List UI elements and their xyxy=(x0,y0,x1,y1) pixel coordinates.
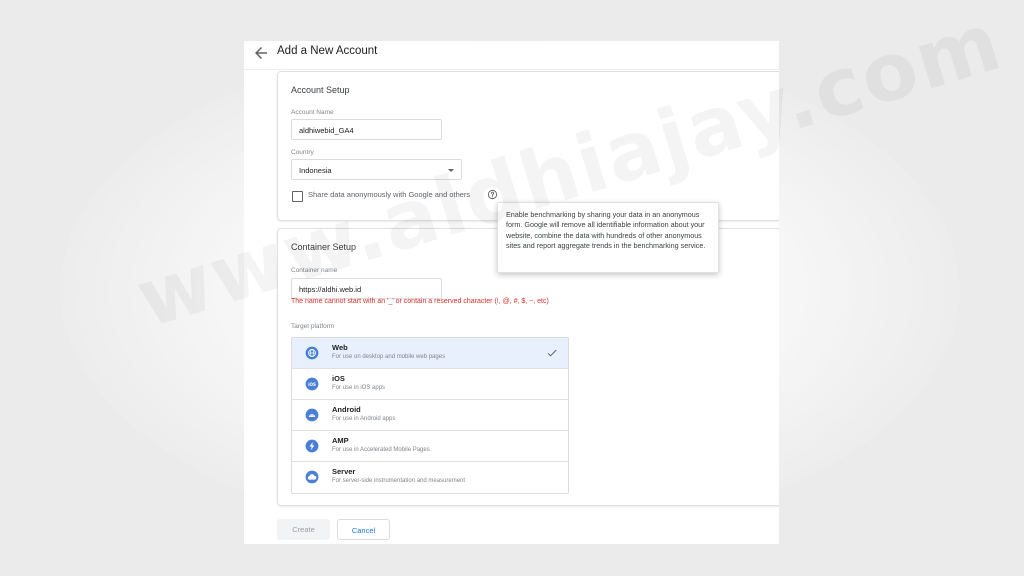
cancel-button[interactable]: Cancel xyxy=(337,519,390,540)
help-icon[interactable] xyxy=(487,189,498,200)
amp-icon xyxy=(305,439,319,453)
platform-option-ios[interactable]: iOS iOS For use in iOS apps xyxy=(292,369,568,400)
share-data-checkbox[interactable] xyxy=(292,191,303,202)
share-data-label: Share data anonymously with Google and o… xyxy=(308,190,471,199)
platform-description: For use in iOS apps xyxy=(332,385,386,391)
platform-description: For use on desktop and mobile web pages xyxy=(332,354,446,360)
container-name-label: Container name xyxy=(291,267,338,274)
platform-option-web[interactable]: Web For use on desktop and mobile web pa… xyxy=(292,338,568,369)
platform-name: Web xyxy=(332,343,348,352)
target-platform-label: Target platform xyxy=(291,323,335,330)
android-icon xyxy=(305,408,319,422)
platform-name: iOS xyxy=(332,374,345,383)
benchmarking-tooltip: Enable benchmarking by sharing your data… xyxy=(497,202,719,273)
cloud-icon xyxy=(305,470,319,484)
top-bar: Add a New Account xyxy=(244,41,779,70)
new-account-panel: Add a New Account Account Setup Account … xyxy=(244,41,779,544)
platform-name: Server xyxy=(332,467,356,476)
platform-name: Android xyxy=(332,405,361,414)
checkmark-icon xyxy=(547,349,557,357)
platform-description: For use in Accelerated Mobile Pages xyxy=(332,447,430,453)
country-label: Country xyxy=(291,149,314,156)
create-button[interactable]: Create xyxy=(277,519,330,540)
account-setup-title: Account Setup xyxy=(291,85,350,95)
account-setup-card: Account Setup Account Name aldhiwebid_GA… xyxy=(277,71,779,221)
dropdown-arrow-icon xyxy=(448,169,454,172)
ios-icon: iOS xyxy=(305,377,319,391)
container-name-error: The name cannot start with an '_' or con… xyxy=(291,298,549,305)
svg-text:iOS: iOS xyxy=(308,382,316,387)
country-select[interactable]: Indonesia xyxy=(291,159,462,180)
container-name-input[interactable]: https://aldhi.web.id xyxy=(291,278,442,299)
platform-option-server[interactable]: Server For server-side instrumentation a… xyxy=(292,462,568,493)
platform-description: For server-side instrumentation and meas… xyxy=(332,478,466,484)
platform-option-amp[interactable]: AMP For use in Accelerated Mobile Pages xyxy=(292,431,568,462)
account-name-input[interactable]: aldhiwebid_GA4 xyxy=(291,119,442,140)
platform-name: AMP xyxy=(332,436,349,445)
page-title: Add a New Account xyxy=(277,45,378,57)
platform-description: For use in Android apps xyxy=(332,416,396,422)
globe-icon xyxy=(305,346,319,360)
platform-option-android[interactable]: Android For use in Android apps xyxy=(292,400,568,431)
platform-list: Web For use on desktop and mobile web pa… xyxy=(291,337,569,494)
container-setup-title: Container Setup xyxy=(291,242,357,252)
back-arrow-icon[interactable] xyxy=(252,44,270,62)
country-select-value: Indonesia xyxy=(299,166,332,175)
account-name-label: Account Name xyxy=(291,109,334,116)
